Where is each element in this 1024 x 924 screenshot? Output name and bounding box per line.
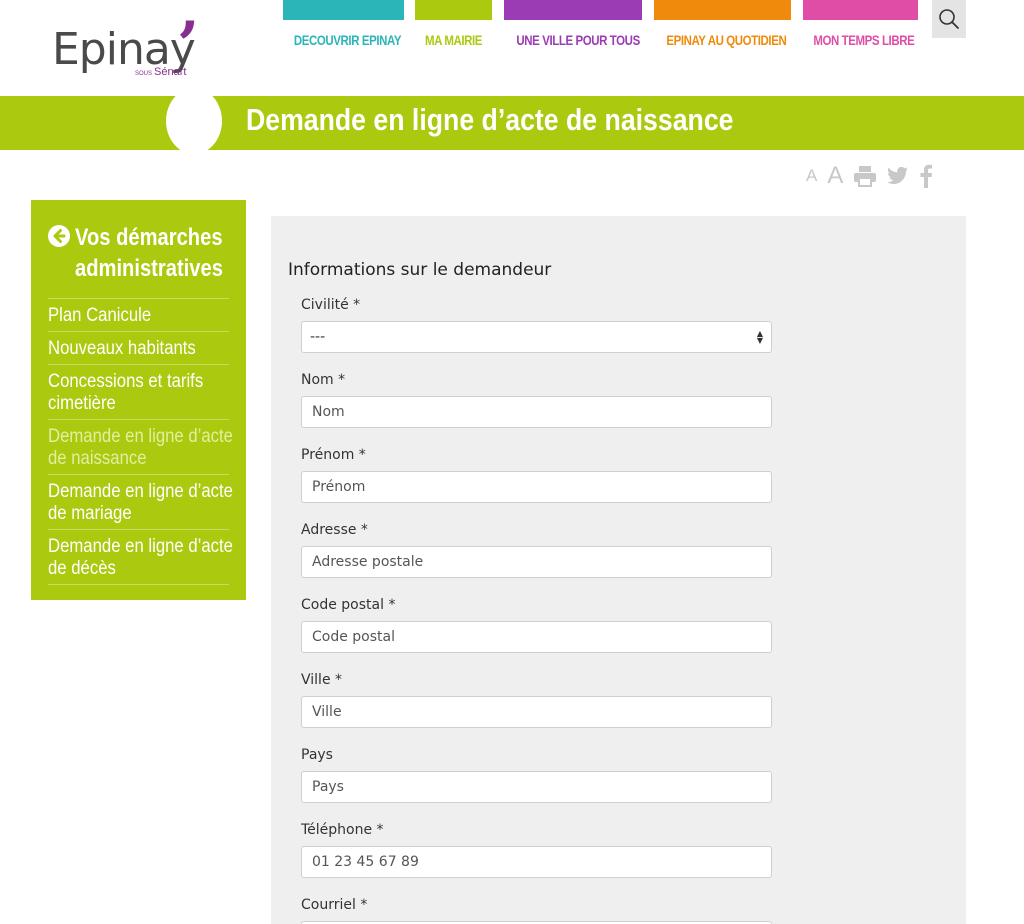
sidebar-link[interactable]: Concessions et tarifs cimetière [48, 371, 240, 415]
nav-label: DECOUVRIR EPINAY [293, 32, 402, 48]
section-title: Informations sur le demandeur [288, 260, 552, 280]
prenom-label: Prénom * [301, 447, 366, 463]
civilite-label: Civilité * [301, 297, 361, 313]
ville-label: Ville * [301, 672, 343, 688]
sidebar-link[interactable]: Demande en ligne d’acte de naissance [48, 426, 240, 470]
logo-subtitle: SOUS Sénart [135, 66, 186, 78]
sidebar-title[interactable]: Vos démarches administratives [48, 222, 229, 284]
print-button[interactable] [853, 165, 877, 187]
nav-color-bar [504, 0, 642, 20]
nav-color-bar [283, 0, 404, 20]
code-postal-input[interactable] [301, 621, 772, 653]
nav-color-bar [654, 0, 791, 20]
logo-subtitle-text: Sénart [154, 66, 187, 78]
nav-label: EPINAY AU QUOTIDIEN [666, 32, 787, 48]
civilite-select[interactable]: --- ▲ ▼ [301, 321, 772, 353]
telephone-label: Téléphone * [301, 822, 384, 838]
search-button[interactable] [932, 0, 966, 38]
sidebar-item-plan-canicule: Plan Canicule [48, 299, 229, 332]
civilite-selected-value: --- [310, 329, 326, 345]
nav-label: MON TEMPS LIBRE [813, 32, 915, 48]
page-title: Demande en ligne d’acte de naissance [246, 102, 734, 137]
print-icon [854, 166, 877, 187]
title-decoration [166, 88, 222, 154]
sidebar-title-line1: Vos démarches [75, 224, 223, 251]
sidebar-title-text: Vos démarches administratives [75, 222, 223, 284]
sidebar-item-concessions: Concessions et tarifs cimetière [48, 365, 229, 420]
facebook-icon [920, 164, 933, 188]
nav-une-ville-pour-tous[interactable]: UNE VILLE POUR TOUS [504, 0, 642, 60]
logo-subtitle-small: SOUS [135, 71, 153, 77]
facebook-share-button[interactable] [919, 164, 933, 188]
page-tools: A A [806, 162, 933, 190]
sidebar-link[interactable]: Demande en ligne d’acte de mariage [48, 481, 240, 525]
telephone-input[interactable] [301, 846, 772, 878]
ville-input[interactable] [301, 696, 772, 728]
courriel-label: Courriel * [301, 897, 368, 913]
nom-input[interactable] [301, 396, 772, 428]
pays-label: Pays [301, 747, 333, 763]
sidebar-link[interactable]: Demande en ligne d’acte de décès [48, 536, 240, 580]
nav-color-bar [803, 0, 918, 20]
search-icon [939, 9, 959, 29]
nom-label: Nom * [301, 372, 346, 388]
main-nav: DECOUVRIR EPINAY MA MAIRIE UNE VILLE POU… [0, 0, 1024, 60]
prenom-input[interactable] [301, 471, 772, 503]
nav-label: MA MAIRIE [424, 32, 483, 48]
nav-mon-temps-libre[interactable]: MON TEMPS LIBRE [803, 0, 918, 60]
nav-ma-mairie[interactable]: MA MAIRIE [415, 0, 492, 60]
sidebar-link[interactable]: Plan Canicule [48, 305, 240, 327]
font-increase-button[interactable]: A [827, 162, 843, 190]
sidebar-item-acte-naissance: Demande en ligne d’acte de naissance [48, 420, 233, 475]
adresse-label: Adresse * [301, 522, 368, 538]
sidebar: Vos démarches administratives Plan Canicu… [31, 200, 246, 600]
sidebar-item-acte-deces: Demande en ligne d’acte de décès [48, 530, 233, 585]
nav-label: UNE VILLE POUR TOUS [516, 32, 640, 48]
pays-input[interactable] [301, 771, 772, 803]
sidebar-menu: Plan Canicule Nouveaux habitants Concess… [48, 298, 233, 585]
arrow-left-circle-icon [48, 225, 70, 247]
adresse-input[interactable] [301, 546, 772, 578]
sidebar-item-nouveaux-habitants: Nouveaux habitants [48, 332, 229, 365]
nav-color-bar [415, 0, 492, 20]
twitter-share-button[interactable] [887, 166, 909, 186]
sidebar-link[interactable]: Nouveaux habitants [48, 338, 240, 360]
sidebar-title-line2: administratives [75, 255, 223, 282]
nav-decouvrir-epinay[interactable]: DECOUVRIR EPINAY [283, 0, 404, 60]
nav-epinay-au-quotidien[interactable]: EPINAY AU QUOTIDIEN [654, 0, 791, 60]
select-arrows-icon: ▲ ▼ [756, 329, 763, 345]
code-postal-label: Code postal * [301, 597, 396, 613]
sidebar-item-acte-mariage: Demande en ligne d’acte de mariage [48, 475, 233, 530]
form-panel: Informations sur le demandeur Civilité *… [271, 216, 966, 924]
font-decrease-button[interactable]: A [806, 166, 817, 186]
twitter-icon [887, 166, 909, 185]
